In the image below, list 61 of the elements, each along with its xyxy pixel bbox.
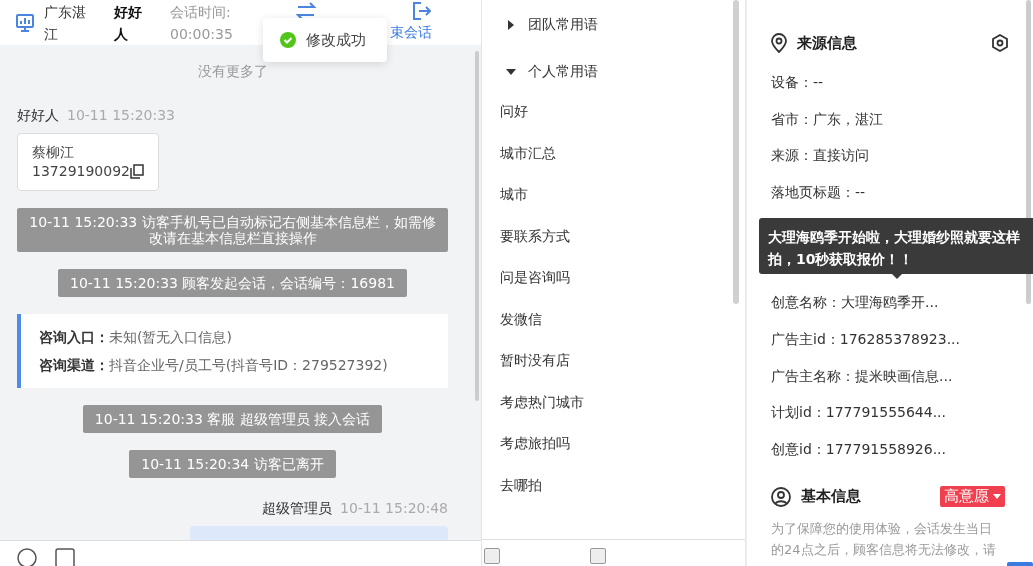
- emoji-icon[interactable]: [17, 548, 37, 566]
- phrase-item[interactable]: 考虑热门城市: [500, 391, 745, 433]
- exit-icon[interactable]: [412, 2, 432, 20]
- phrase-item[interactable]: 城市: [500, 184, 745, 226]
- phone-number: 13729190092: [32, 162, 130, 181]
- system-message: 10-11 15:20:33 客服 超级管理员 接入会话: [82, 405, 383, 433]
- field-value: 未知(暂无入口信息): [109, 329, 232, 345]
- caret-down-icon: [993, 494, 1001, 500]
- info-row-text: 创意名称：大理海鸥季开...: [771, 293, 940, 313]
- end-session-link[interactable]: 束会话: [390, 24, 432, 42]
- image-icon[interactable]: [55, 548, 75, 566]
- sender-name: 超级管理员: [262, 500, 332, 518]
- contact-name: 蔡柳江: [32, 143, 75, 162]
- info-row-text: 省市：广东，湛江: [771, 109, 884, 129]
- checkbox[interactable]: [590, 548, 606, 564]
- success-icon: [280, 32, 296, 48]
- sender-name: 好好人: [17, 107, 59, 125]
- user-icon: [771, 486, 791, 507]
- notice-text: 为了保障您的使用体验，会话发生当日的24点之后，顾客信息将无法修改，请: [771, 519, 997, 559]
- field-value: 抖音企业号/员工号(抖音号ID：279527392): [109, 357, 388, 373]
- phrase-item[interactable]: 问是咨询吗: [500, 267, 745, 309]
- info-row-text: 来源：直接访问: [771, 146, 870, 166]
- transfer-icon[interactable]: [296, 2, 316, 20]
- phrase-item[interactable]: 城市汇总: [500, 142, 745, 184]
- field-label: 咨询渠道：: [39, 357, 109, 373]
- phrase-item[interactable]: 要联系方式: [500, 225, 745, 267]
- field-label: 咨询入口：: [39, 329, 109, 345]
- phrase-item[interactable]: 问好: [500, 101, 745, 143]
- info-row-text: 计划id：177791555644...: [771, 403, 947, 423]
- system-message: 10-11 15:20:34 访客已离开: [129, 450, 336, 478]
- tooltip-arrow: [892, 274, 902, 279]
- visitor-name: 好好人: [114, 2, 143, 44]
- phrase-group[interactable]: 个人常用语: [500, 54, 745, 90]
- system-message: 10-11 15:20:33 顾客发起会话，会话编号：16981: [58, 269, 407, 297]
- section-title: 基本信息: [801, 487, 861, 507]
- intent-dropdown[interactable]: 高意愿: [940, 486, 1005, 508]
- message-time: 10-11 15:20:48: [340, 500, 448, 518]
- info-row-text: 广告主id：176285378923...: [771, 329, 961, 349]
- timer-value: 00:00:35: [170, 24, 234, 44]
- checkbox[interactable]: [484, 548, 500, 564]
- settings-icon[interactable]: [991, 34, 1009, 52]
- info-row-text: 落地页标题：--: [771, 183, 867, 203]
- phrase-group[interactable]: 团队常用语: [500, 7, 745, 43]
- location-icon: [771, 33, 787, 53]
- phrase-item[interactable]: 考虑旅拍吗: [500, 433, 745, 475]
- no-more-text: 没有更多了: [197, 63, 268, 81]
- phrase-item[interactable]: 去哪拍: [500, 474, 745, 516]
- phrase-item[interactable]: 暂时没有店: [500, 350, 745, 392]
- info-row-text: 创意id：177791558926...: [771, 439, 947, 459]
- timer-label: 会话时间:: [170, 2, 232, 22]
- monitor-icon: [16, 13, 34, 32]
- info-row-text: 设备：--: [771, 73, 825, 92]
- system-message: 10-11 15:20:33 访客手机号已自动标记右侧基本信息栏，如需修改请在基本信息栏直接操作: [17, 208, 448, 252]
- phrase-item[interactable]: 发微信: [500, 308, 745, 350]
- section-title: 来源信息: [797, 33, 857, 53]
- tab-indicator: [1007, 562, 1033, 566]
- message-time: 10-11 15:20:33: [67, 107, 175, 125]
- info-row-text: 广告主名称：提米映画信息...: [771, 366, 954, 386]
- copy-icon[interactable]: [130, 164, 144, 179]
- location-text: 广东湛江: [44, 2, 87, 44]
- toast: 修改成功: [263, 18, 387, 62]
